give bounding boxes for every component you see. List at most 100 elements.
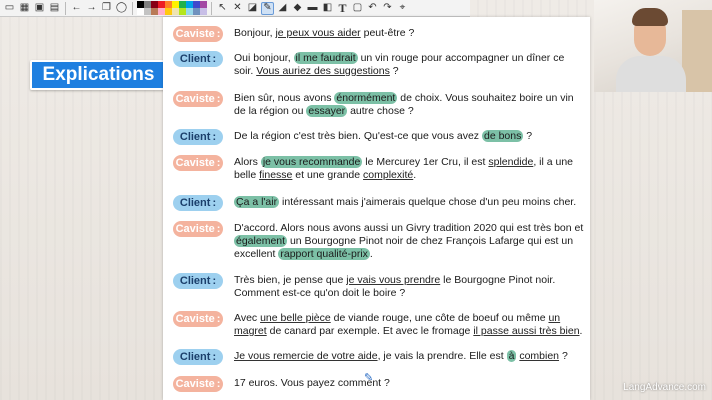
speaker-label: Client xyxy=(179,53,211,65)
underlined-phrase: je peux vous aider xyxy=(275,27,361,39)
speaker-colon: : xyxy=(216,28,221,40)
text-segment: ? xyxy=(559,350,568,362)
dialogue-text: Oui bonjour, il me faudrait un vin rouge… xyxy=(234,52,584,78)
client-speaker-tag: Client: xyxy=(173,129,223,145)
highlighted-phrase: Ça a l'air xyxy=(234,196,280,208)
color-swatch[interactable] xyxy=(151,8,158,15)
redo-arrow-icon[interactable]: → xyxy=(85,2,98,15)
color-swatch[interactable] xyxy=(158,1,165,8)
copy-icon[interactable]: ❐ xyxy=(100,2,113,15)
speaker-label: Client xyxy=(179,131,211,143)
color-swatch[interactable] xyxy=(158,8,165,15)
color-swatch[interactable] xyxy=(186,8,193,15)
color-swatch[interactable] xyxy=(179,8,186,15)
color-swatch[interactable] xyxy=(165,1,172,8)
image-icon[interactable]: ▦ xyxy=(18,2,31,15)
dialogue-text: 17 euros. Vous payez comment ? xyxy=(234,377,584,390)
speaker-colon: : xyxy=(212,275,217,287)
color-swatch[interactable] xyxy=(137,8,144,15)
caviste-speaker-tag: Caviste: xyxy=(173,155,223,171)
marker-icon[interactable]: ◢ xyxy=(276,2,289,15)
text-segment: D'accord. Alors nous avons aussi un Givr… xyxy=(234,222,584,234)
cursor-icon[interactable]: ⌖ xyxy=(396,2,409,15)
save-icon[interactable]: ▤ xyxy=(48,2,61,15)
undo-arrow-icon[interactable]: ← xyxy=(70,2,83,15)
toolbar-divider xyxy=(211,1,212,15)
dialogue-text: Ça a l'air intéressant mais j'aimerais q… xyxy=(234,196,584,209)
color-swatch[interactable] xyxy=(151,1,158,8)
color-swatch[interactable] xyxy=(144,8,151,15)
color-swatch[interactable] xyxy=(193,1,200,8)
underlined-phrase: Je vous remercie de votre aide xyxy=(234,350,378,362)
caviste-speaker-tag: Caviste: xyxy=(173,311,223,327)
dialogue-document: Caviste: Bonjour, je peux vous aider peut… xyxy=(163,17,590,400)
highlighted-phrase: il me faudrait xyxy=(293,52,358,64)
highlighted-phrase: de bons xyxy=(481,130,524,142)
explications-badge: Explications xyxy=(30,60,167,90)
highlighted-phrase: rapport qualité-prix xyxy=(278,248,370,260)
highlighted-phrase: à xyxy=(506,350,517,362)
underlined-phrase: Vous auriez des suggestions xyxy=(256,65,390,77)
color-swatch[interactable] xyxy=(179,1,186,8)
text-segment: et une grande xyxy=(292,169,364,181)
text-segment: ? xyxy=(523,130,533,142)
text-icon[interactable]: T xyxy=(336,2,349,15)
dialogue-text: De la région c'est très bien. Qu'est-ce … xyxy=(234,130,584,143)
stamp-icon[interactable]: ◧ xyxy=(321,2,334,15)
color-swatch[interactable] xyxy=(172,8,179,15)
client-speaker-tag: Client: xyxy=(173,195,223,211)
watermark: LangAdvance.com xyxy=(623,382,706,393)
select-pointer-icon[interactable]: ↖ xyxy=(216,2,229,15)
text-segment: . xyxy=(579,325,583,337)
speaker-colon: : xyxy=(216,313,221,325)
presenter-hair xyxy=(632,8,668,26)
color-palette[interactable] xyxy=(137,1,207,15)
dialogue-text: Bonjour, je peux vous aider peut-être ? xyxy=(234,27,584,40)
picture-icon[interactable]: ▣ xyxy=(33,2,46,15)
circle-icon[interactable]: ◯ xyxy=(115,2,128,15)
color-swatch[interactable] xyxy=(165,8,172,15)
color-swatch[interactable] xyxy=(186,1,193,8)
highlighted-phrase: énormément xyxy=(334,92,398,104)
color-swatch[interactable] xyxy=(200,1,207,8)
shape-icon[interactable]: ▢ xyxy=(351,2,364,15)
color-swatch[interactable] xyxy=(193,8,200,15)
speaker-colon: : xyxy=(216,223,221,235)
speaker-label: Caviste xyxy=(175,313,215,325)
undo-icon[interactable]: ↶ xyxy=(366,2,379,15)
speaker-label: Client xyxy=(179,275,211,287)
client-speaker-tag: Client: xyxy=(173,349,223,365)
text-segment: intéressant mais j'aimerais quelque chos… xyxy=(279,196,577,208)
color-swatch[interactable] xyxy=(172,1,179,8)
dialogue-text: Très bien, je pense que je vais vous pre… xyxy=(234,274,584,300)
underlined-phrase: il passe aussi très bien xyxy=(473,325,580,337)
highlighted-phrase: essayer xyxy=(306,105,348,117)
redo-icon[interactable]: ↷ xyxy=(381,2,394,15)
client-speaker-tag: Client: xyxy=(173,51,223,67)
speaker-label: Client xyxy=(179,197,211,209)
text-segment: , je vais la prendre. Elle est xyxy=(377,350,507,362)
pen-icon[interactable]: ✎ xyxy=(261,1,274,15)
text-segment: Oui bonjour, xyxy=(234,52,294,64)
tools-icon[interactable]: ✕ xyxy=(231,2,244,15)
toolbar-divider xyxy=(132,1,133,15)
pen-cursor-icon: ✎ xyxy=(364,372,374,384)
color-swatch[interactable] xyxy=(137,1,144,8)
caviste-speaker-tag: Caviste: xyxy=(173,221,223,237)
bucket-icon[interactable]: ◆ xyxy=(291,2,304,15)
text-segment: de viande rouge, une côte de boeuf ou mê… xyxy=(330,312,549,324)
highlighter-icon[interactable]: ▬ xyxy=(306,2,319,15)
text-segment: De la région c'est très bien. Qu'est-ce … xyxy=(234,130,482,142)
text-segment: peut-être ? xyxy=(360,27,415,39)
webcam-shelf xyxy=(682,10,712,92)
speaker-colon: : xyxy=(216,157,221,169)
eraser-icon[interactable]: ◪ xyxy=(246,2,259,15)
speaker-label: Client xyxy=(179,351,211,363)
text-segment: de canard par exemple. Et avec le fromag… xyxy=(266,325,474,337)
color-swatch[interactable] xyxy=(144,1,151,8)
caviste-speaker-tag: Caviste: xyxy=(173,91,223,107)
color-swatch[interactable] xyxy=(200,8,207,15)
folder-icon[interactable]: ▭ xyxy=(3,2,16,15)
speaker-label: Caviste xyxy=(175,378,215,390)
text-segment: Bien sûr, nous avons xyxy=(234,92,335,104)
